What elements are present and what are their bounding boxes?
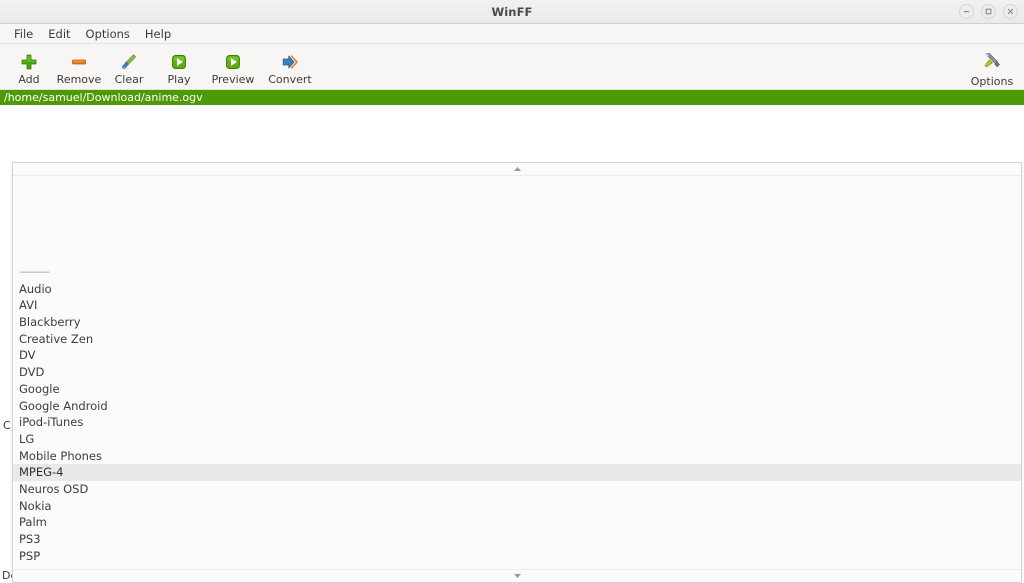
close-icon[interactable]	[1003, 4, 1018, 19]
dropdown-item[interactable]: AVI	[13, 297, 1021, 314]
menu-bar: File Edit Options Help	[0, 24, 1024, 44]
menu-item-edit[interactable]: Edit	[41, 25, 78, 43]
preview-icon	[222, 51, 244, 72]
dropdown-scroll-up-button[interactable]	[13, 163, 1021, 176]
dropdown-item[interactable]: Mobile Phones	[13, 448, 1021, 465]
play-button-label: Play	[167, 73, 191, 86]
minimize-icon[interactable]	[959, 4, 974, 19]
menu-item-file[interactable]: File	[7, 25, 41, 43]
dropdown-item[interactable]: Palm	[13, 514, 1021, 531]
clear-button-label: Clear	[114, 73, 144, 86]
dropdown-item[interactable]: MPEG-4	[13, 464, 1021, 481]
dropdown-item[interactable]: Nokia	[13, 498, 1021, 515]
window-controls	[959, 0, 1018, 23]
dropdown-separator: ———	[19, 265, 50, 278]
maximize-icon[interactable]	[981, 4, 996, 19]
category-dropdown-popup[interactable]: ——— Audio AVI Blackberry Creative Zen DV DVD Go…	[12, 162, 1022, 583]
remove-button[interactable]: Remove	[54, 47, 104, 88]
dropdown-item[interactable]: iPod-iTunes	[13, 414, 1021, 431]
dropdown-item[interactable]: Neuros OSD	[13, 481, 1021, 498]
convert-to-label: C	[3, 419, 11, 432]
play-icon	[168, 51, 190, 72]
dropdown-scroll-down-button[interactable]	[13, 569, 1021, 582]
remove-button-label: Remove	[56, 73, 102, 86]
dropdown-item[interactable]: DV	[13, 347, 1021, 364]
dropdown-item[interactable]: Blackberry	[13, 314, 1021, 331]
broom-icon	[118, 51, 140, 72]
add-button[interactable]: Add	[4, 47, 54, 88]
dropdown-item[interactable]: LG	[13, 431, 1021, 448]
dropdown-item[interactable]: Google Android	[13, 398, 1021, 415]
scroll-down-arrow-icon	[513, 574, 521, 578]
file-list-row-selected[interactable]: /home/samuel/Download/anime.ogv	[0, 90, 1024, 105]
add-button-label: Add	[18, 73, 40, 86]
convert-button[interactable]: Convert	[262, 47, 318, 88]
file-path-label: /home/samuel/Download/anime.ogv	[4, 91, 203, 104]
dropdown-item[interactable]: DVD	[13, 364, 1021, 381]
dropdown-item[interactable]: Audio	[13, 281, 1021, 298]
convert-button-label: Convert	[268, 73, 312, 86]
menu-item-options[interactable]: Options	[79, 25, 138, 43]
dropdown-item[interactable]: Google	[13, 381, 1021, 398]
tools-icon	[983, 51, 1002, 74]
dropdown-item[interactable]: PSP	[13, 548, 1021, 565]
minus-icon	[68, 51, 90, 72]
options-button[interactable]: Options	[966, 47, 1018, 88]
dropdown-item[interactable]: Creative Zen	[13, 331, 1021, 348]
convert-arrows-icon	[279, 51, 301, 72]
winff-window: WinFF File Edit Options Help Add Remove …	[0, 0, 1024, 583]
clear-button[interactable]: Clear	[104, 47, 154, 88]
toolbar: Add Remove Clear Play Preview Convert Op…	[0, 44, 1024, 90]
window-title: WinFF	[491, 4, 533, 19]
title-bar: WinFF	[0, 0, 1024, 24]
dropdown-item-list: ——— Audio AVI Blackberry Creative Zen DV DVD Go…	[13, 176, 1021, 564]
preview-button[interactable]: Preview	[204, 47, 262, 88]
file-list[interactable]: /home/samuel/Download/anime.ogv	[0, 90, 1024, 156]
scroll-up-arrow-icon	[513, 167, 521, 171]
play-button[interactable]: Play	[154, 47, 204, 88]
dropdown-item[interactable]: PS3	[13, 531, 1021, 548]
menu-item-help[interactable]: Help	[138, 25, 179, 43]
preview-button-label: Preview	[211, 73, 255, 86]
options-button-label: Options	[970, 75, 1014, 88]
plus-icon	[18, 51, 40, 72]
